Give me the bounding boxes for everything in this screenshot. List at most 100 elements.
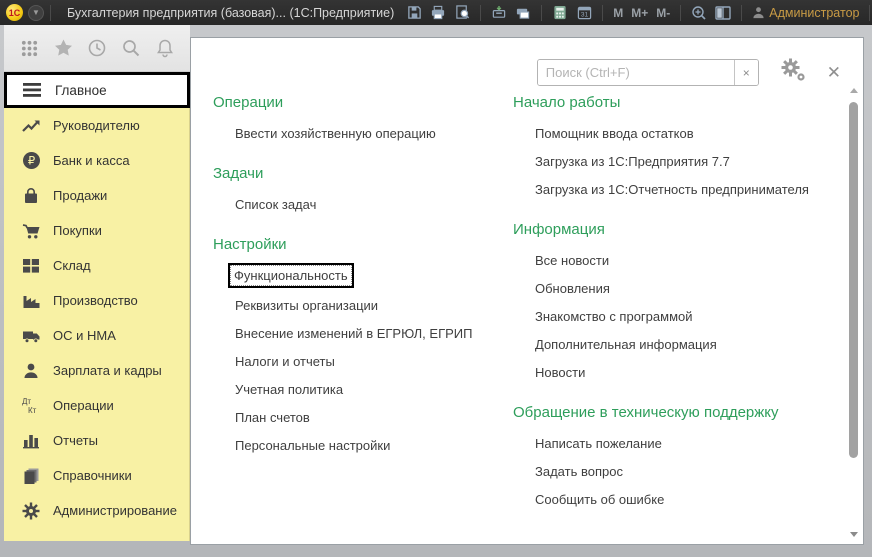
user-name: Администратор: [769, 6, 859, 20]
command-link[interactable]: Налоги и отчеты: [213, 354, 513, 369]
section-zadachi: Задачи Список задач: [213, 165, 513, 212]
section-tehpodderzhka: Обращение в техническую поддержку Написа…: [513, 404, 823, 507]
command-link[interactable]: Написать пожелание: [513, 436, 823, 451]
sidebar-item-otchety[interactable]: Отчеты: [4, 423, 189, 458]
command-link[interactable]: Знакомство с программой: [513, 309, 823, 324]
section-nastroyki: Настройки Функциональность Реквизиты орг…: [213, 236, 513, 453]
command-link[interactable]: Ввести хозяйственную операцию: [213, 126, 513, 141]
section-title: Настройки: [213, 236, 513, 253]
command-link[interactable]: Помощник ввода остатков: [513, 126, 823, 141]
save-button[interactable]: [404, 4, 424, 22]
search-input[interactable]: [538, 60, 734, 85]
books-icon: [22, 467, 40, 485]
scroll-down-button[interactable]: [847, 528, 861, 540]
sidebar-item-pokupki[interactable]: Покупки: [4, 213, 189, 248]
command-link[interactable]: Обновления: [513, 281, 823, 296]
command-link[interactable]: Реквизиты организации: [213, 298, 513, 313]
ruble-icon: ₽: [22, 151, 41, 170]
section-operacii: Операции Ввести хозяйственную операцию: [213, 94, 513, 141]
command-link[interactable]: Дополнительная информация: [513, 337, 823, 352]
command-link[interactable]: Внесение изменений в ЕГРЮЛ, ЕГРИП: [213, 326, 513, 341]
command-link[interactable]: Все новости: [513, 253, 823, 268]
search-box: ×: [537, 59, 759, 86]
sidebar-item-bank-i-kassa[interactable]: ₽ Банк и касса: [4, 143, 189, 178]
sidebar-item-rukovoditelyu[interactable]: Руководителю: [4, 108, 189, 143]
memory-button[interactable]: M: [613, 6, 623, 20]
separator: [602, 5, 603, 21]
print-preview-button[interactable]: [452, 4, 472, 22]
cart-icon: [22, 222, 41, 240]
section-title: Начало работы: [513, 94, 823, 111]
dtkt-icon: ДтКт: [21, 396, 41, 415]
window-title: Бухгалтерия предприятия (базовая)... (1С…: [67, 6, 394, 20]
sidebar-item-sklad[interactable]: Склад: [4, 248, 189, 283]
factory-icon: [22, 292, 41, 309]
chart-icon: [22, 432, 40, 449]
history-icon[interactable]: [85, 36, 109, 60]
command-link[interactable]: План счетов: [213, 410, 513, 425]
bag-icon: [22, 187, 40, 205]
apps-grid-icon[interactable]: [17, 36, 41, 60]
notifications-bell-icon[interactable]: [153, 36, 177, 60]
scroll-up-button[interactable]: [847, 84, 861, 96]
sidebar-item-administrirovanie[interactable]: Администрирование: [4, 493, 189, 528]
sidebar-item-glavnoe[interactable]: Главное: [4, 72, 190, 108]
section-title: Обращение в техническую поддержку: [513, 404, 823, 421]
calculator-button[interactable]: [550, 4, 570, 22]
sidebar-item-operacii[interactable]: ДтКт Операции: [4, 388, 189, 423]
sidebar-item-label: Главное: [55, 83, 107, 98]
svg-text:Дт: Дт: [22, 397, 31, 406]
separator: [541, 5, 542, 21]
command-link[interactable]: Персональные настройки: [213, 438, 513, 453]
separator: [741, 5, 742, 21]
search-clear-button[interactable]: ×: [734, 60, 758, 85]
calendar-button[interactable]: 31: [574, 4, 594, 22]
sidebar-item-zarplata-i-kadry[interactable]: Зарплата и кадры: [4, 353, 189, 388]
gear-icon: [22, 502, 40, 520]
command-link[interactable]: Сообщить об ошибке: [513, 492, 823, 507]
section-title: Операции: [213, 94, 513, 111]
svg-text:31: 31: [581, 12, 589, 19]
separator: [50, 5, 51, 21]
svg-text:₽: ₽: [27, 154, 34, 168]
command-link[interactable]: Загрузка из 1С:Отчетность предпринимател…: [513, 182, 823, 197]
person-icon: [22, 362, 40, 380]
command-link[interactable]: Новости: [513, 365, 823, 380]
current-user[interactable]: Администратор: [752, 6, 859, 20]
close-panel-icon[interactable]: ✕: [827, 64, 841, 81]
main-column-right: Начало работы Помощник ввода остатков За…: [513, 94, 823, 531]
truck-icon: [22, 327, 41, 344]
favorites-star-icon[interactable]: [51, 36, 75, 60]
command-link[interactable]: Учетная политика: [213, 382, 513, 397]
sidebar-item-os-i-nma[interactable]: ОС и НМА: [4, 318, 189, 353]
command-link-focused[interactable]: Функциональность: [213, 268, 513, 285]
print-button[interactable]: [428, 4, 448, 22]
triangle-up-icon: [850, 88, 858, 93]
sidebar-item-proizvodstvo[interactable]: Производство: [4, 283, 189, 318]
user-icon: [752, 6, 765, 19]
search-icon[interactable]: [119, 36, 143, 60]
sidebar-menu: Руководителю ₽ Банк и касса Продажи Поку…: [4, 108, 190, 541]
command-link[interactable]: Задать вопрос: [513, 464, 823, 479]
section-title: Задачи: [213, 165, 513, 182]
print-file-button[interactable]: [513, 4, 533, 22]
sidebar-item-spravochniki[interactable]: Справочники: [4, 458, 189, 493]
memory-plus-button[interactable]: M+: [631, 6, 648, 20]
command-link[interactable]: Загрузка из 1С:Предприятия 7.7: [513, 154, 823, 169]
settings-gear-icon[interactable]: [781, 58, 807, 87]
main-column-left: Операции Ввести хозяйственную операцию З…: [213, 94, 513, 531]
memory-minus-button[interactable]: M-: [656, 6, 670, 20]
zoom-button[interactable]: [689, 4, 709, 22]
sidebar-toolbar: [4, 25, 190, 72]
clipboard-button[interactable]: [489, 4, 509, 22]
sidebar-item-prodazhi[interactable]: Продажи: [4, 178, 189, 213]
trend-icon: [22, 118, 41, 134]
scrollbar-thumb[interactable]: [849, 102, 858, 458]
command-link[interactable]: Список задач: [213, 197, 513, 212]
separator: [480, 5, 481, 21]
separator: [869, 5, 870, 21]
1c-logo-icon: 1С: [6, 4, 23, 21]
split-window-button[interactable]: [713, 4, 733, 22]
main-menu-button[interactable]: ▼: [28, 5, 44, 21]
svg-text:Кт: Кт: [28, 406, 37, 415]
